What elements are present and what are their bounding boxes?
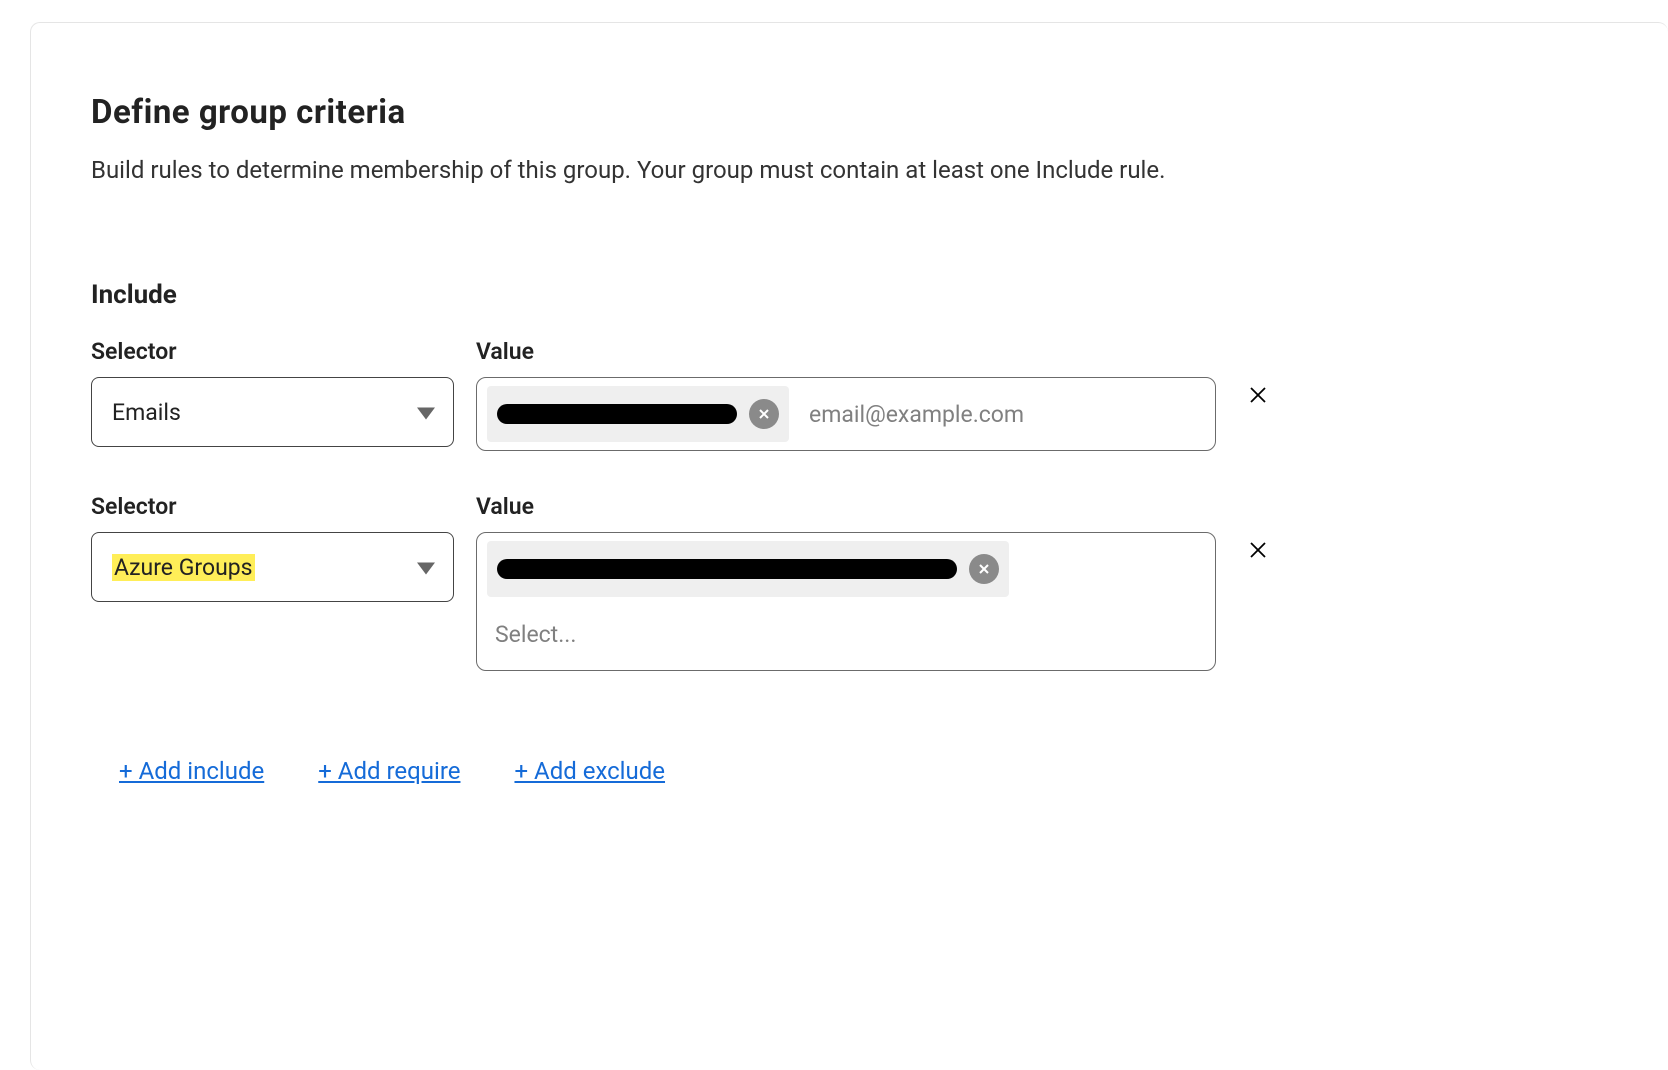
include-section-title: Include bbox=[91, 280, 1608, 310]
value-placeholder: Select... bbox=[487, 607, 1205, 662]
selector-value: Emails bbox=[112, 399, 181, 426]
value-input-emails[interactable]: email@example.com bbox=[476, 377, 1216, 451]
selector-label: Selector bbox=[91, 493, 454, 520]
selector-value: Azure Groups bbox=[112, 554, 255, 581]
value-label: Value bbox=[476, 338, 1216, 365]
redacted-text bbox=[497, 559, 957, 579]
selector-dropdown-emails[interactable]: Emails bbox=[91, 377, 454, 447]
selector-label: Selector bbox=[91, 338, 454, 365]
value-placeholder: email@example.com bbox=[799, 401, 1024, 428]
add-include-button[interactable]: + Add include bbox=[119, 757, 264, 785]
selector-column: Selector Azure Groups bbox=[91, 493, 454, 602]
value-label: Value bbox=[476, 493, 1216, 520]
page-title: Define group criteria bbox=[91, 93, 1608, 132]
value-input-azure-groups[interactable]: Select... bbox=[476, 532, 1216, 671]
remove-column bbox=[1238, 338, 1278, 409]
remove-rule-button[interactable] bbox=[1249, 386, 1267, 409]
add-exclude-button[interactable]: + Add exclude bbox=[514, 757, 665, 785]
caret-down-icon bbox=[417, 399, 435, 426]
value-column: Value Select... bbox=[476, 493, 1216, 671]
caret-down-icon bbox=[417, 554, 435, 581]
include-rule-row: Selector Emails Value email@example.com bbox=[91, 338, 1608, 451]
value-chip bbox=[487, 541, 1009, 597]
remove-chip-icon[interactable] bbox=[969, 554, 999, 584]
add-require-button[interactable]: + Add require bbox=[318, 757, 460, 785]
remove-chip-icon[interactable] bbox=[749, 399, 779, 429]
rule-actions: + Add include + Add require + Add exclud… bbox=[91, 757, 1608, 785]
selector-column: Selector Emails bbox=[91, 338, 454, 447]
include-rule-row: Selector Azure Groups Value Select... bbox=[91, 493, 1608, 671]
value-column: Value email@example.com bbox=[476, 338, 1216, 451]
group-criteria-panel: Define group criteria Build rules to det… bbox=[30, 22, 1668, 1070]
page-description: Build rules to determine membership of t… bbox=[91, 156, 1608, 184]
remove-rule-button[interactable] bbox=[1249, 541, 1267, 564]
value-chip bbox=[487, 386, 789, 442]
redacted-text bbox=[497, 404, 737, 424]
selector-dropdown-azure-groups[interactable]: Azure Groups bbox=[91, 532, 454, 602]
remove-column bbox=[1238, 493, 1278, 564]
